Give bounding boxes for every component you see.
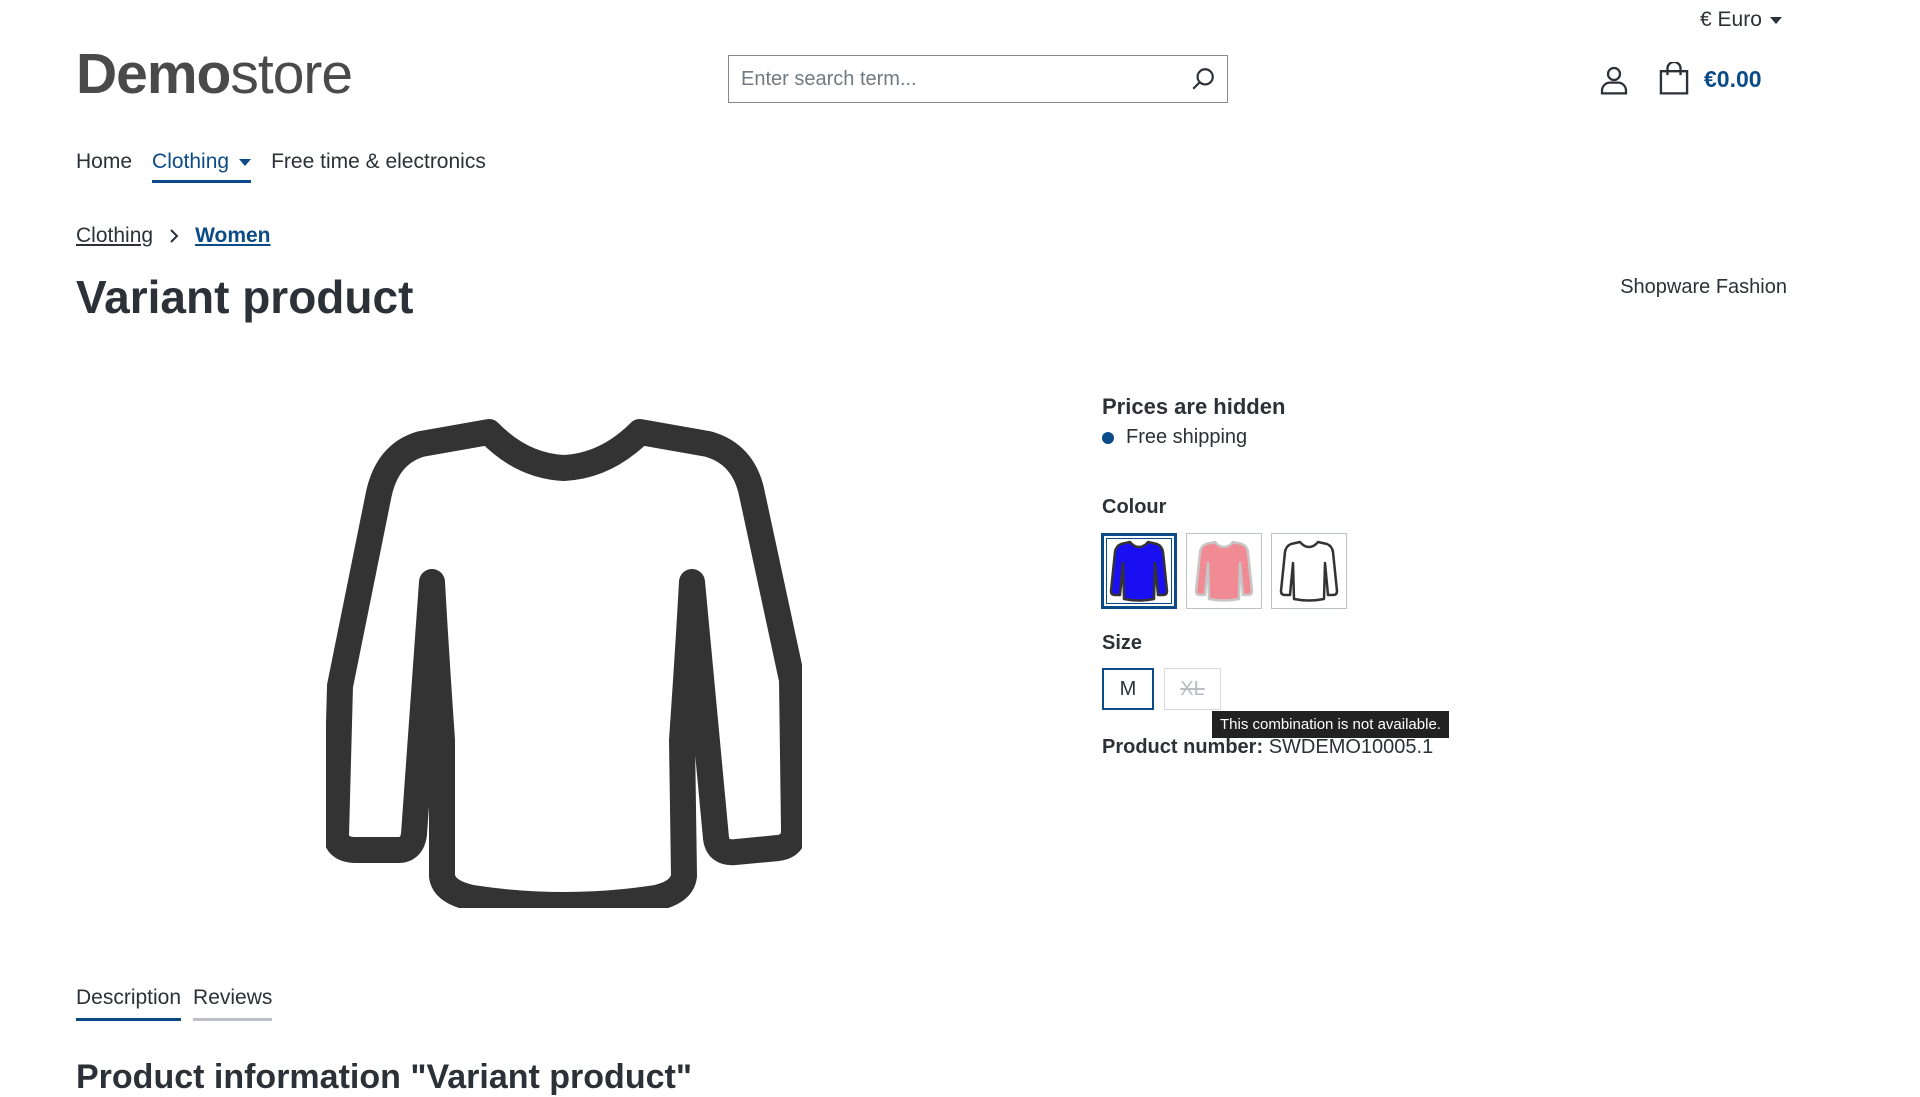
- shirt-icon: [1194, 540, 1254, 602]
- page-title: Variant product: [76, 271, 414, 323]
- size-option-xl[interactable]: XL: [1164, 668, 1221, 710]
- colour-option-white[interactable]: [1271, 533, 1347, 609]
- product-number-label: Product number:: [1102, 736, 1264, 758]
- logo-light-text: store: [230, 42, 353, 106]
- chevron-right-icon: [170, 229, 179, 243]
- size-options: M XL: [1102, 668, 1221, 710]
- search-icon: [1192, 68, 1214, 90]
- prices-hidden-text: Prices are hidden: [1102, 394, 1286, 419]
- search-box: [728, 55, 1228, 103]
- logo[interactable]: Demostore: [76, 46, 353, 103]
- manufacturer-link[interactable]: Shopware Fashion: [1620, 276, 1787, 299]
- colour-label: Colour: [1102, 496, 1167, 518]
- breadcrumb: Clothing Women: [76, 224, 271, 248]
- currency-label: € Euro: [1700, 8, 1762, 31]
- shirt-icon: [1109, 540, 1169, 602]
- cart-button[interactable]: €0.00: [1658, 62, 1762, 96]
- product-image[interactable]: [323, 418, 807, 918]
- nav-item-free-time-electronics[interactable]: Free time & electronics: [271, 150, 486, 183]
- shirt-icon: [1279, 540, 1339, 602]
- nav-item-home[interactable]: Home: [76, 150, 132, 183]
- nav-item-clothing[interactable]: Clothing: [152, 150, 252, 183]
- chevron-down-icon: [1769, 16, 1782, 24]
- account-button[interactable]: [1598, 64, 1630, 96]
- product-number-value: SWDEMO10005.1: [1268, 736, 1434, 758]
- colour-option-blue[interactable]: [1101, 533, 1177, 609]
- size-option-m[interactable]: M: [1102, 668, 1154, 710]
- shipping-info: Free shipping: [1102, 426, 1247, 449]
- cart-total: €0.00: [1704, 65, 1762, 92]
- colour-option-pink[interactable]: [1186, 533, 1262, 609]
- product-number: Product number: SWDEMO10005.1: [1102, 736, 1433, 759]
- main-navigation: Home Clothing Free time & electronics: [76, 150, 486, 183]
- breadcrumb-women[interactable]: Women: [195, 224, 270, 248]
- colour-options: [1101, 533, 1347, 609]
- search-input[interactable]: [729, 56, 1179, 102]
- tab-description[interactable]: Description: [76, 986, 182, 1021]
- search-button[interactable]: [1179, 56, 1227, 102]
- product-tabs: Description Reviews: [76, 986, 273, 1021]
- product-information-heading: Product information "Variant product": [76, 1058, 692, 1096]
- nav-item-label: Free time & electronics: [271, 150, 486, 173]
- nav-item-label: Home: [76, 150, 133, 173]
- chevron-down-icon: [239, 158, 252, 166]
- logo-bold-text: Demo: [76, 42, 231, 106]
- status-dot-icon: [1102, 431, 1114, 444]
- shopping-bag-icon: [1659, 62, 1689, 95]
- user-icon: [1600, 66, 1628, 95]
- shirt-icon: [323, 419, 807, 918]
- size-label: Size: [1102, 632, 1143, 654]
- currency-dropdown[interactable]: € Euro: [1700, 8, 1782, 32]
- shipping-text: Free shipping: [1126, 426, 1248, 448]
- tab-reviews[interactable]: Reviews: [193, 986, 273, 1021]
- nav-item-label: Clothing: [152, 150, 230, 173]
- breadcrumb-clothing[interactable]: Clothing: [76, 224, 153, 248]
- tooltip: This combination is not available.: [1212, 711, 1449, 738]
